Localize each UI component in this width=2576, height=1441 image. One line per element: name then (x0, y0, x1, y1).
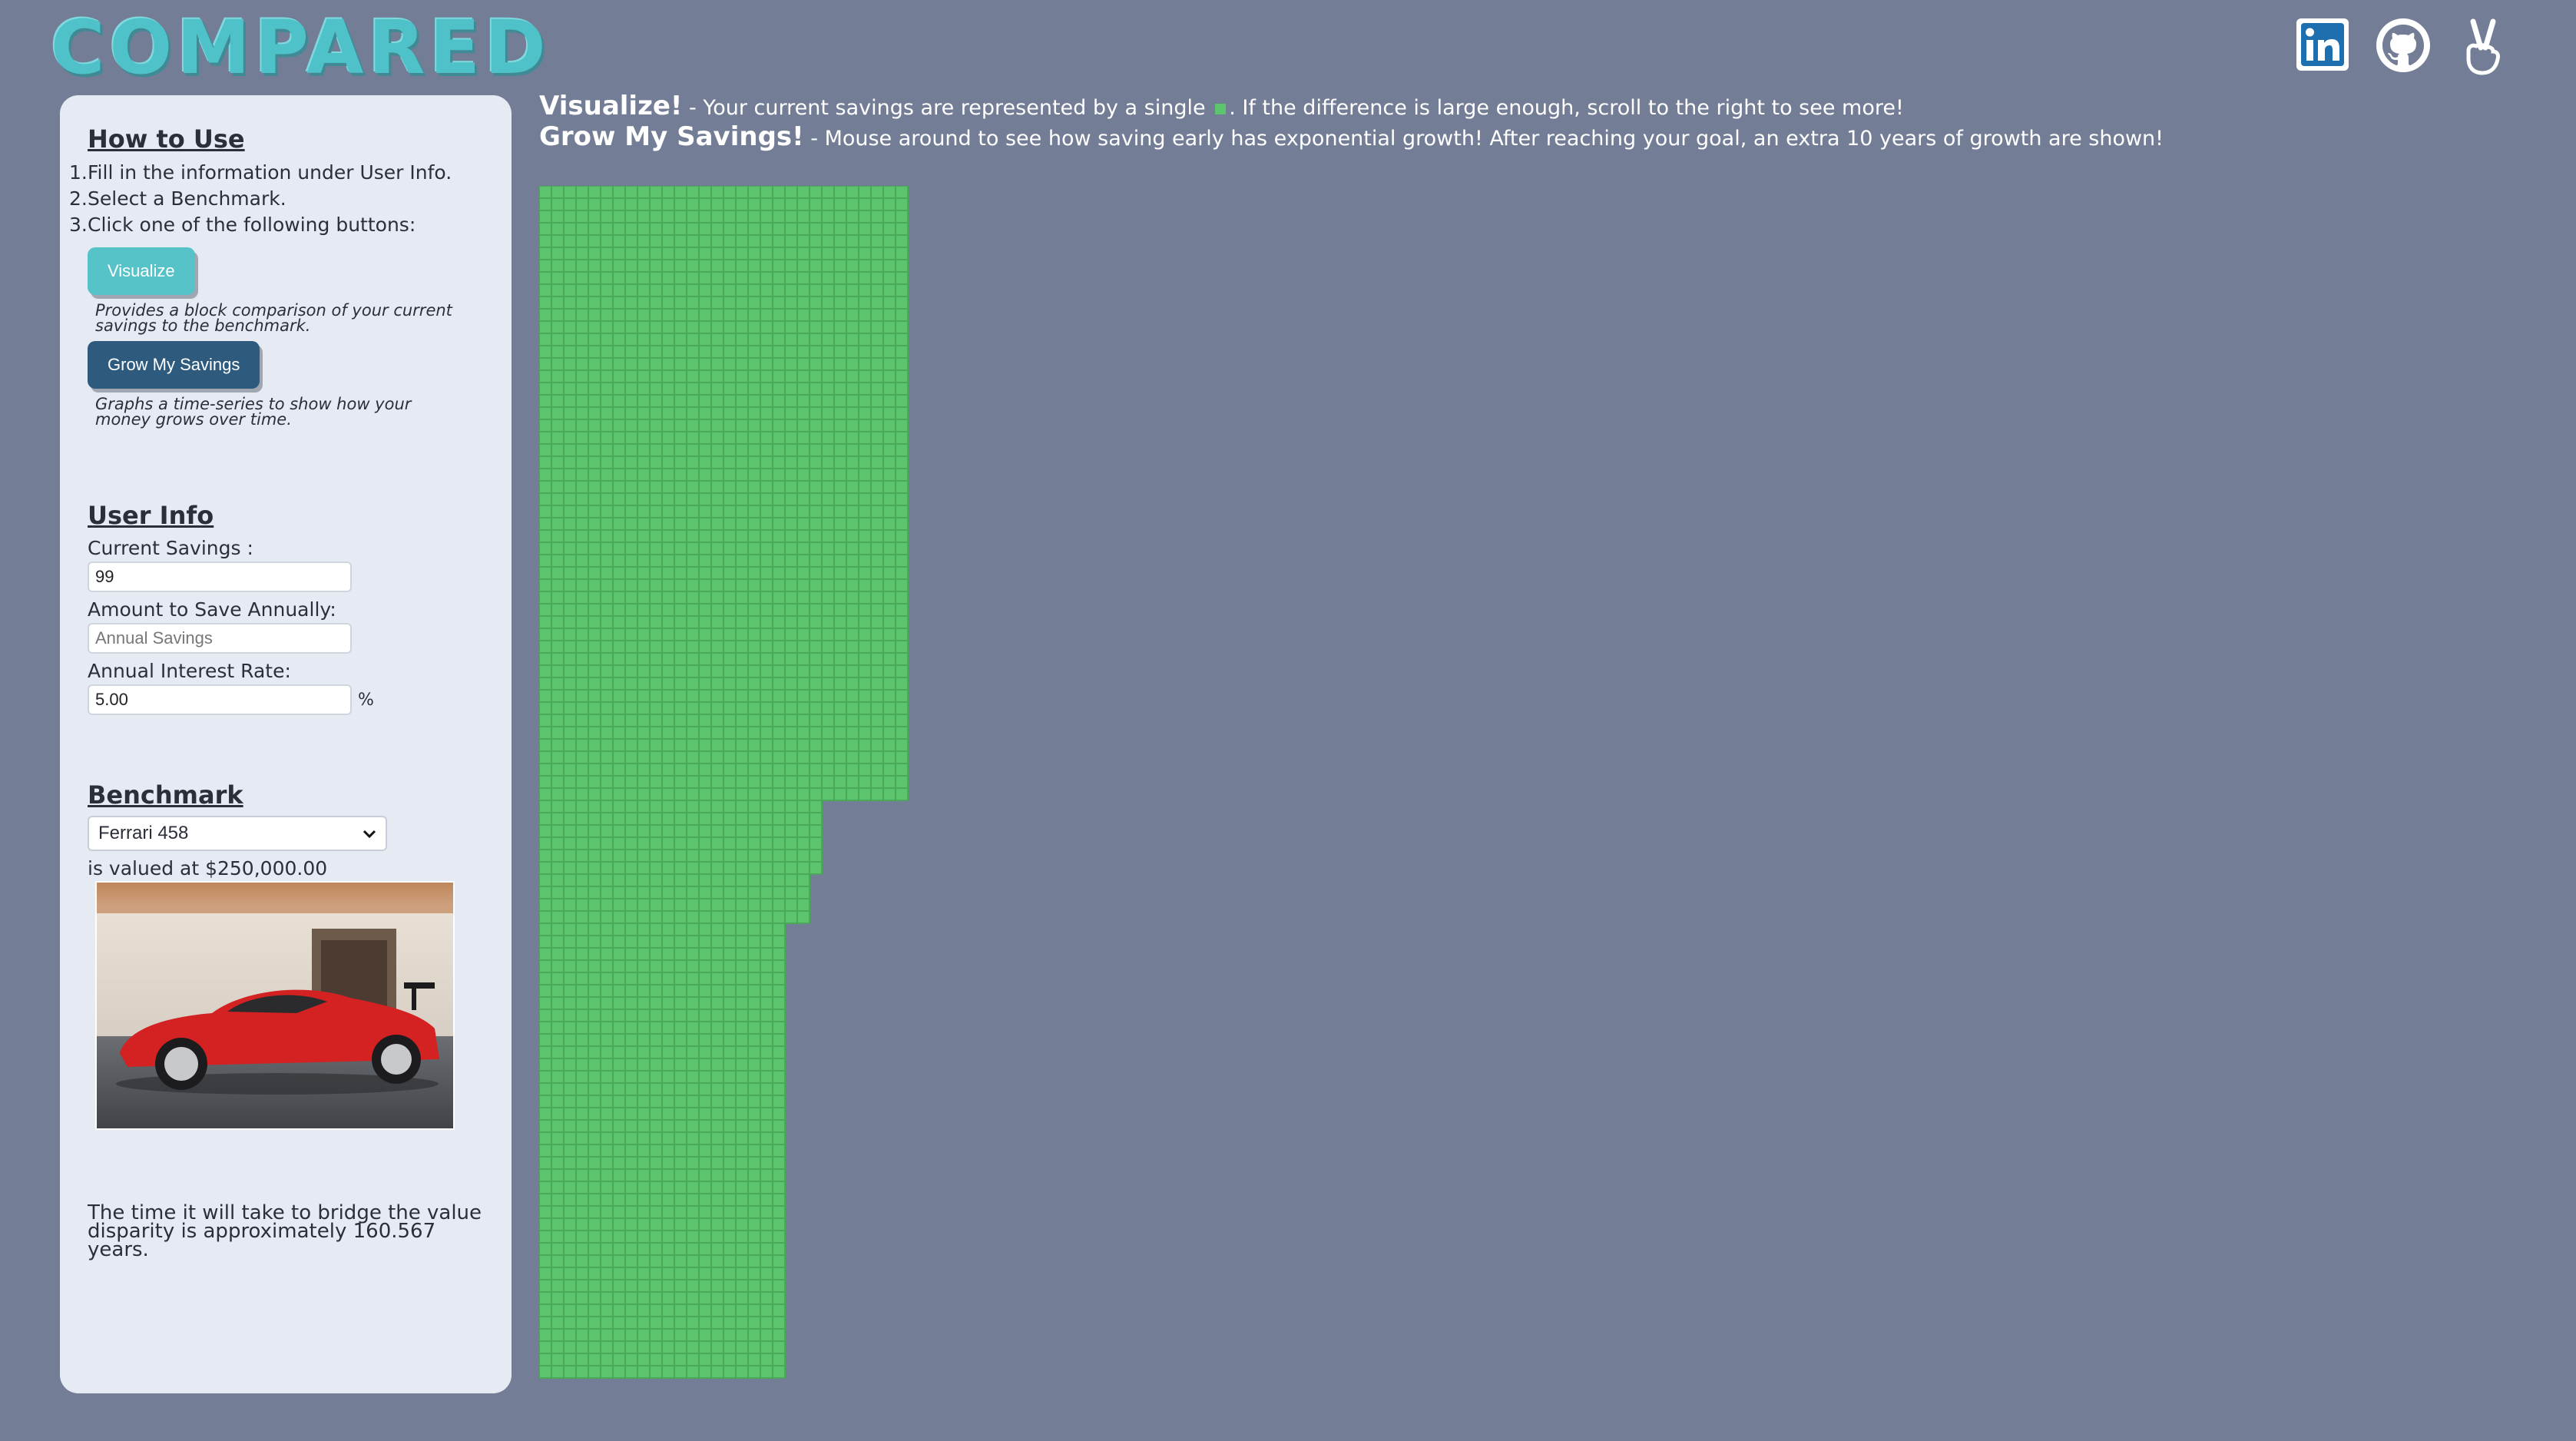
step-number: 3. (69, 214, 88, 236)
visualize-heading: Visualize! (539, 91, 683, 121)
visualize-description: Visualize! - Your current savings are re… (539, 91, 1904, 121)
interest-rate-input[interactable] (88, 684, 352, 715)
steps-list: 1. Fill in the information under User Inf… (69, 160, 484, 238)
visualize-hint: Provides a block comparison of your curr… (95, 301, 452, 335)
grow-heading: Grow My Savings! (539, 121, 804, 152)
annual-savings-input[interactable] (88, 623, 352, 654)
current-savings-label: Current Savings : (88, 537, 253, 559)
annual-savings-row (88, 622, 484, 654)
percent-unit: % (358, 690, 374, 710)
user-info-title: User Info (88, 501, 214, 530)
app-root: COMPARED How to Use 1. Fill in the inform… (0, 0, 2576, 1441)
step-text: Select a Benchmark. (88, 187, 286, 210)
benchmark-select[interactable]: Ferrari 458 (88, 816, 387, 851)
github-icon[interactable] (2375, 17, 2432, 74)
benchmark-value-text: is valued at $250,000.00 (88, 857, 328, 880)
step-item: 3. Click one of the following buttons: (69, 212, 484, 238)
step-number: 2. (69, 187, 88, 210)
grow-my-savings-button[interactable]: Grow My Savings (88, 341, 260, 389)
logo[interactable]: COMPARED (51, 11, 551, 84)
step-number: 1. (69, 161, 88, 184)
visualize-button[interactable]: Visualize (88, 247, 195, 295)
benchmark-car-image (95, 881, 455, 1130)
current-savings-input[interactable] (88, 561, 352, 592)
grow-hint: Graphs a time-series to show how your mo… (95, 395, 412, 429)
linkedin-icon[interactable] (2295, 17, 2350, 72)
step-item: 2. Select a Benchmark. (69, 186, 484, 212)
grow-text: - Mouse around to see how saving early h… (803, 127, 2164, 151)
how-to-use-title: How to Use (88, 124, 245, 154)
step-text: Click one of the following buttons: (88, 214, 416, 236)
savings-block-icon (1215, 103, 1227, 114)
benchmark-selected-value: Ferrari 458 (98, 823, 189, 843)
grow-description: Grow My Savings! - Mouse around to see h… (539, 121, 2164, 152)
peace-icon[interactable] (2459, 17, 2507, 77)
visualize-text-a: - Your current savings are represented b… (682, 96, 1213, 120)
interest-rate-row: % (88, 684, 484, 716)
savings-block-grid[interactable] (539, 186, 923, 1393)
benchmark-title: Benchmark (88, 780, 243, 810)
sidebar-panel: How to Use 1. Fill in the information und… (60, 95, 512, 1393)
result-text: The time it will take to bridge the valu… (88, 1201, 482, 1261)
visualize-text-b: . If the difference is large enough, scr… (1229, 96, 1904, 120)
interest-rate-label: Annual Interest Rate: (88, 660, 291, 682)
annual-savings-label: Amount to Save Annually: (88, 598, 336, 621)
current-savings-row (88, 561, 484, 593)
step-item: 1. Fill in the information under User Inf… (69, 160, 484, 186)
step-text: Fill in the information under User Info. (88, 161, 452, 184)
chevron-down-icon (363, 823, 376, 844)
